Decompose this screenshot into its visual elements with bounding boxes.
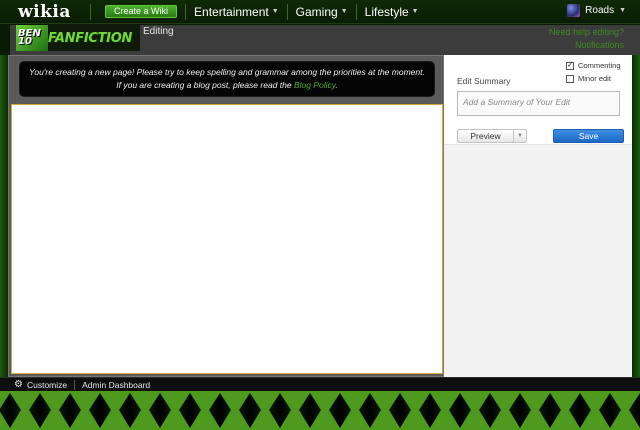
diamond-shape xyxy=(29,393,51,428)
wordmark-badge: BEN 10 xyxy=(16,25,48,51)
diamond-shape xyxy=(89,393,111,428)
chevron-down-icon[interactable]: ▼ xyxy=(513,130,526,142)
edit-summary-label: Edit Summary xyxy=(457,76,511,86)
help-editing-link[interactable]: Need help editing? xyxy=(549,27,624,37)
hub-entertainment[interactable]: Entertainment ▼ xyxy=(194,5,279,19)
notice-end: . xyxy=(335,80,338,90)
diamond-shape xyxy=(569,393,591,428)
new-page-notice: You're creating a new page! Please try t… xyxy=(19,61,435,97)
chevron-down-icon: ▼ xyxy=(340,8,348,15)
hub-label: Lifestyle xyxy=(364,4,409,19)
diamond-shape xyxy=(209,393,231,428)
diamond-shape xyxy=(389,393,411,428)
background-left xyxy=(0,55,8,377)
editor-panel: You're creating a new page! Please try t… xyxy=(8,55,444,377)
diamond-shape xyxy=(449,393,471,428)
diamond-shape xyxy=(539,393,561,428)
bottom-toolbar: ⚙ Customize Admin Dashboard xyxy=(0,377,640,391)
diamond-shape xyxy=(299,393,321,428)
preview-button[interactable]: Preview ▼ xyxy=(457,129,527,143)
chevron-down-icon: ▼ xyxy=(271,8,279,15)
hub-gaming[interactable]: Gaming ▼ xyxy=(296,5,348,19)
minor-edit-checkbox[interactable] xyxy=(566,74,574,83)
page-title: Editing xyxy=(143,26,174,37)
diamond-shape xyxy=(359,393,381,428)
notifications-link[interactable]: Notifications xyxy=(575,40,624,50)
chevron-down-icon: ▼ xyxy=(411,8,419,15)
decorative-background xyxy=(0,391,640,430)
nav-divider xyxy=(185,3,187,20)
edit-rail: ✓ Commenting Minor edit Edit Summary Add… xyxy=(444,55,632,377)
edit-summary-input[interactable]: Add a Summary of Your Edit xyxy=(457,91,620,116)
diamond-pattern xyxy=(0,393,640,428)
nav-divider xyxy=(355,3,357,20)
wikia-logo[interactable]: wikia xyxy=(18,2,82,22)
nav-divider xyxy=(90,3,91,20)
global-nav: wikia Create a Wiki Entertainment ▼ Gami… xyxy=(0,0,640,24)
notice-text: You're creating a new page! Please try t… xyxy=(29,67,425,90)
diamond-shape xyxy=(419,393,441,428)
avatar xyxy=(567,4,581,17)
blog-policy-link[interactable]: Blog Policy xyxy=(294,80,335,90)
diamond-shape xyxy=(239,393,261,428)
diamond-shape xyxy=(599,393,621,428)
customize-link[interactable]: Customize xyxy=(27,380,67,390)
save-button[interactable]: Save xyxy=(553,129,624,143)
admin-dashboard-link[interactable]: Admin Dashboard xyxy=(82,380,150,390)
minor-edit-label: Minor edit xyxy=(578,74,611,83)
create-wiki-button[interactable]: Create a Wiki xyxy=(105,5,178,18)
hub-label: Entertainment xyxy=(194,4,269,19)
diamond-shape xyxy=(59,393,81,428)
diamond-shape xyxy=(179,393,201,428)
chevron-down-icon: ▼ xyxy=(619,7,626,14)
diamond-shape xyxy=(0,393,21,428)
diamond-shape xyxy=(119,393,141,428)
hub-lifestyle[interactable]: Lifestyle ▼ xyxy=(365,5,419,19)
edit-area[interactable] xyxy=(11,104,443,374)
commenting-label: Commenting xyxy=(578,61,621,70)
commenting-checkbox[interactable]: ✓ xyxy=(566,61,574,70)
diamond-shape xyxy=(479,393,501,428)
preview-label: Preview xyxy=(470,131,501,141)
diamond-shape xyxy=(269,393,291,428)
diamond-shape xyxy=(629,393,640,428)
wordmark-badge-text: BEN 10 xyxy=(18,28,41,47)
gear-icon[interactable]: ⚙ xyxy=(14,379,23,390)
user-menu[interactable]: Roads ▼ xyxy=(567,4,626,17)
user-name: Roads xyxy=(585,5,615,16)
background-right xyxy=(632,55,640,377)
diamond-shape xyxy=(509,393,531,428)
wordmark-text: FANFICTION xyxy=(48,30,133,46)
diamond-shape xyxy=(149,393,171,428)
wiki-wordmark[interactable]: BEN 10 FANFICTION xyxy=(16,25,140,51)
wiki-header: BEN 10 FANFICTION Editing Need help edit… xyxy=(10,25,640,55)
commenting-option[interactable]: ✓ Commenting xyxy=(566,61,624,70)
nav-divider xyxy=(286,3,288,20)
hub-label: Gaming xyxy=(295,4,338,19)
minor-edit-option[interactable]: Minor edit xyxy=(566,74,624,83)
rail-controls: ✓ Commenting Minor edit Edit Summary Add… xyxy=(444,55,632,145)
diamond-shape xyxy=(329,393,351,428)
toolbar-divider xyxy=(74,379,76,390)
